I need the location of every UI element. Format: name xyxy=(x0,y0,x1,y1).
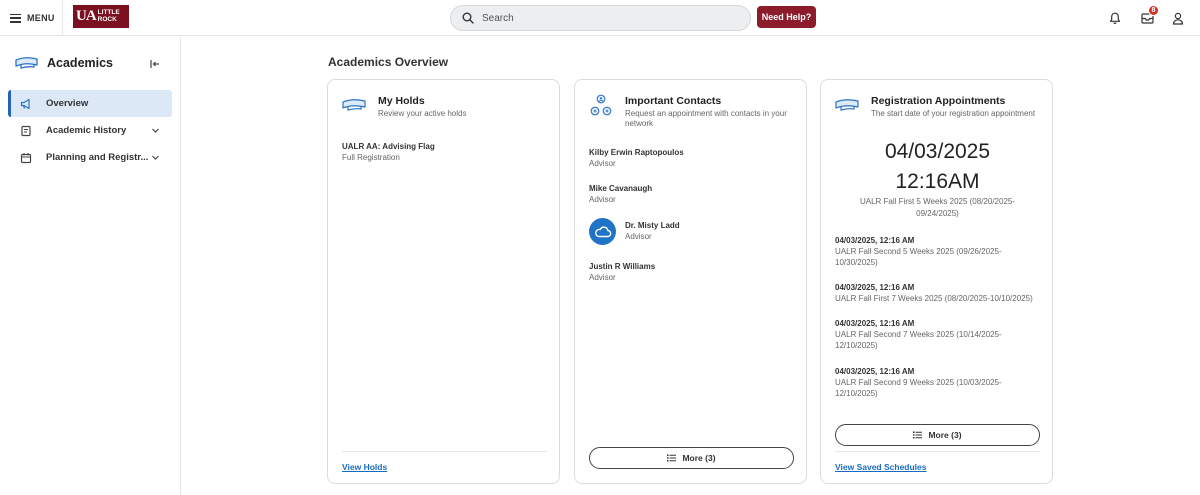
contact-name: Dr. Misty Ladd xyxy=(625,221,680,230)
contact-role: Advisor xyxy=(589,159,616,168)
sidebar-item-label: Overview xyxy=(46,98,89,109)
contact-role: Advisor xyxy=(589,273,616,282)
appointment-desc: UALR Fall First 7 Weeks 2025 (08/20/2025… xyxy=(835,294,1033,303)
more-label: More (3) xyxy=(928,430,962,440)
logo-ua: UA xyxy=(76,8,97,24)
card-header: My Holds Review your active holds xyxy=(342,94,466,119)
appointment-term: UALR Fall First 5 Weeks 2025 (08/20/2025… xyxy=(859,197,1016,218)
contact-role: Advisor xyxy=(589,195,616,204)
sidebar-item-label: Planning and Registr... xyxy=(46,152,149,163)
university-logo[interactable]: UA LITTLE ROCK xyxy=(73,5,129,28)
more-appointments-button[interactable]: More (3) xyxy=(835,424,1040,446)
divider xyxy=(62,0,63,36)
card-subtitle: Review your active holds xyxy=(378,109,467,118)
logo-line2: ROCK xyxy=(97,15,117,23)
user-icon[interactable] xyxy=(1171,11,1185,25)
appointment-item: 04/03/2025, 12:16 AM UALR Fall Second 5 … xyxy=(835,235,1040,268)
megaphone-icon xyxy=(20,98,30,109)
cloud-icon xyxy=(594,225,611,237)
more-label: More (3) xyxy=(682,453,716,463)
divider xyxy=(835,451,1040,452)
contacts-network-icon xyxy=(590,94,612,116)
contact-role: Advisor xyxy=(625,232,652,241)
card-title: Important Contacts xyxy=(625,95,722,107)
document-icon xyxy=(21,125,31,136)
appointment-when: 04/03/2025, 12:16 AM xyxy=(835,283,915,292)
sidebar-title: Academics xyxy=(47,56,114,70)
card-title: Registration Appointments xyxy=(871,95,1006,107)
appointment-desc: UALR Fall Second 9 Weeks 2025 (10/03/202… xyxy=(835,378,1002,398)
bell-icon[interactable] xyxy=(1108,11,1122,25)
academics-cap-icon xyxy=(15,57,38,69)
card-header: Important Contacts Request an appointmen… xyxy=(589,94,795,129)
list-item[interactable]: UALR AA: Advising Flag Full Registration xyxy=(342,141,547,163)
sidebar-item-planning[interactable]: Planning and Registr... xyxy=(8,144,172,171)
appointment-when: 04/03/2025, 12:16 AM xyxy=(835,367,915,376)
inbox-badge: 8 xyxy=(1148,5,1159,16)
menu-button[interactable]: MENU xyxy=(10,10,55,26)
calendar-icon xyxy=(20,152,32,163)
contact-item[interactable]: Kilby Erwin Raptopoulos Advisor xyxy=(589,147,794,169)
top-bar: MENU UA LITTLE ROCK Search Need Help? 8 xyxy=(0,0,1200,36)
more-contacts-button[interactable]: More (3) xyxy=(589,447,794,469)
sidebar: Academics Overview Academic History Plan… xyxy=(0,37,181,495)
contact-item[interactable]: Mike Cavanaugh Advisor xyxy=(589,183,794,205)
contact-item[interactable]: Justin R Williams Advisor xyxy=(589,261,794,283)
view-saved-schedules-link[interactable]: View Saved Schedules xyxy=(835,462,927,472)
appointment-desc: UALR Fall Second 7 Weeks 2025 (10/14/202… xyxy=(835,330,1002,350)
appointment-item: 04/03/2025, 12:16 AM UALR Fall Second 7 … xyxy=(835,318,1040,351)
card-subtitle: Request an appointment with contacts in … xyxy=(625,109,787,128)
card-title: My Holds xyxy=(378,95,425,107)
hold-subtitle: Full Registration xyxy=(342,153,400,162)
view-holds-link[interactable]: View Holds xyxy=(342,462,387,472)
card-subtitle: The start date of your registration appo… xyxy=(871,109,1036,118)
divider xyxy=(342,451,547,452)
contact-name: Justin R Williams xyxy=(589,262,656,271)
appointment-desc: UALR Fall Second 5 Weeks 2025 (09/26/202… xyxy=(835,247,1002,267)
sidebar-item-label: Academic History xyxy=(46,125,127,136)
sidebar-item-overview[interactable]: Overview xyxy=(8,90,172,117)
appointment-item: 04/03/2025, 12:16 AM UALR Fall Second 9 … xyxy=(835,366,1040,399)
need-help-button[interactable]: Need Help? xyxy=(757,6,816,28)
page-title: Academics Overview xyxy=(328,55,449,69)
contact-name: Mike Cavanaugh xyxy=(589,184,653,193)
appointment-date: 04/03/2025 xyxy=(884,140,991,163)
appointment-when: 04/03/2025, 12:16 AM xyxy=(835,236,915,245)
academics-cap-icon xyxy=(342,99,366,111)
avatar xyxy=(589,218,616,245)
card-header: Registration Appointments The start date… xyxy=(835,94,1035,119)
sidebar-header: Academics xyxy=(14,55,113,71)
hamburger-icon xyxy=(10,13,21,23)
sidebar-item-academic-history[interactable]: Academic History xyxy=(8,117,172,144)
collapse-sidebar-icon[interactable] xyxy=(150,59,160,69)
search-icon xyxy=(462,12,474,24)
list-icon xyxy=(667,454,677,462)
academics-cap-icon xyxy=(835,99,859,111)
chevron-down-icon[interactable] xyxy=(151,126,160,135)
hold-title: UALR AA: Advising Flag xyxy=(342,142,435,151)
appointment-time: 12:16AM xyxy=(895,170,980,193)
chevron-down-icon[interactable] xyxy=(151,153,160,162)
contact-item[interactable]: Dr. Misty Ladd Advisor xyxy=(625,220,795,242)
appointment-item: 04/03/2025, 12:16 AM UALR Fall First 7 W… xyxy=(835,282,1040,304)
contacts-card: Important Contacts Request an appointmen… xyxy=(574,79,807,484)
registration-card: Registration Appointments The start date… xyxy=(820,79,1053,484)
appointment-when: 04/03/2025, 12:16 AM xyxy=(835,319,915,328)
list-icon xyxy=(913,431,923,439)
holds-card: My Holds Review your active holds UALR A… xyxy=(327,79,560,484)
search-input[interactable]: Search xyxy=(450,5,751,31)
contact-name: Kilby Erwin Raptopoulos xyxy=(589,148,684,157)
menu-label: MENU xyxy=(27,13,55,23)
search-placeholder: Search xyxy=(482,12,514,24)
